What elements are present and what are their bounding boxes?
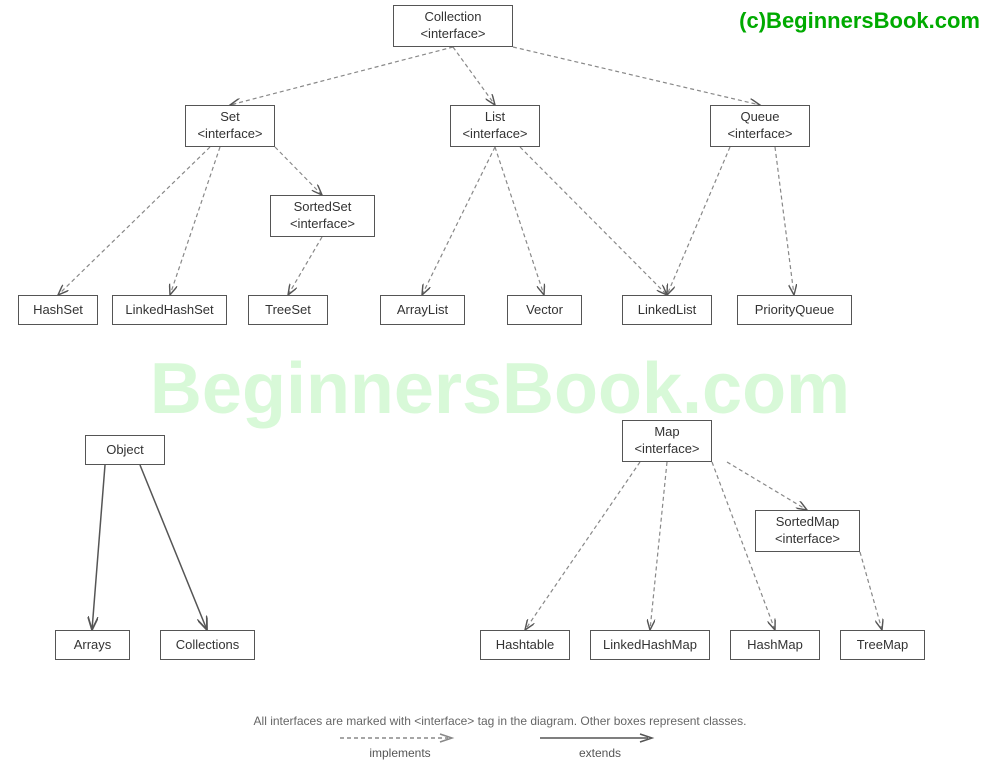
node-arraylist: ArrayList bbox=[380, 295, 465, 325]
legend-extends: extends bbox=[540, 732, 660, 760]
node-set: Set <interface> bbox=[185, 105, 275, 147]
node-object: Object bbox=[85, 435, 165, 465]
node-treemap: TreeMap bbox=[840, 630, 925, 660]
node-priorityqueue: PriorityQueue bbox=[737, 295, 852, 325]
watermark: BeginnersBook.com bbox=[150, 348, 850, 430]
footnote: All interfaces are marked with <interfac… bbox=[0, 714, 1000, 728]
node-map: Map <interface> bbox=[622, 420, 712, 462]
diagram-container: BeginnersBook.com (c)BeginnersBook.com bbox=[0, 0, 1000, 778]
node-hashmap: HashMap bbox=[730, 630, 820, 660]
node-hashset: HashSet bbox=[18, 295, 98, 325]
extends-line-icon bbox=[540, 732, 660, 744]
brand-label: (c)BeginnersBook.com bbox=[739, 8, 980, 34]
node-linkedlist: LinkedList bbox=[622, 295, 712, 325]
node-treeset: TreeSet bbox=[248, 295, 328, 325]
node-arrays: Arrays bbox=[55, 630, 130, 660]
node-vector: Vector bbox=[507, 295, 582, 325]
node-linkedhashset: LinkedHashSet bbox=[112, 295, 227, 325]
node-list: List <interface> bbox=[450, 105, 540, 147]
legend-implements: implements bbox=[340, 732, 460, 760]
node-sortedset: SortedSet <interface> bbox=[270, 195, 375, 237]
node-hashtable: Hashtable bbox=[480, 630, 570, 660]
node-collection: Collection <interface> bbox=[393, 5, 513, 47]
legend: implements extends bbox=[0, 732, 1000, 760]
node-sortedmap: SortedMap <interface> bbox=[755, 510, 860, 552]
node-linkedhashmap: LinkedHashMap bbox=[590, 630, 710, 660]
implements-line-icon bbox=[340, 732, 460, 744]
node-collections: Collections bbox=[160, 630, 255, 660]
node-queue: Queue <interface> bbox=[710, 105, 810, 147]
